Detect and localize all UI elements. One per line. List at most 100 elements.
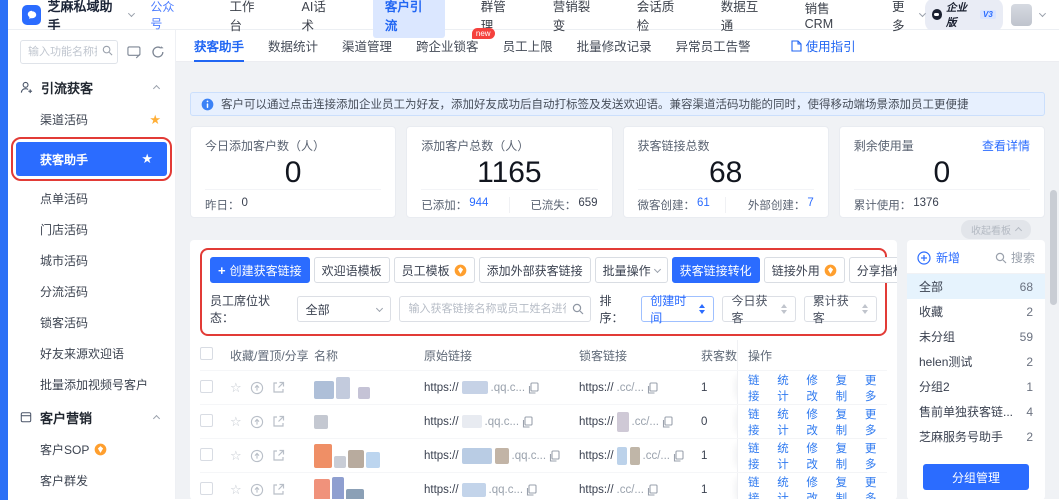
group-search-button[interactable]: 搜索 (995, 249, 1035, 266)
group-item[interactable]: 芝麻服务号助手2 (907, 424, 1045, 449)
favorite-star-icon[interactable]: ☆ (230, 380, 242, 396)
copy-action[interactable]: 复制 (836, 406, 858, 438)
link-conversion-button[interactable]: 获客链接转化 (672, 257, 760, 283)
tab-acquisition-assistant[interactable]: 获客助手 (194, 30, 244, 62)
link-external-use-button[interactable]: 链接外用 (764, 257, 845, 283)
tab-data-statistics[interactable]: 数据统计 (268, 30, 318, 62)
star-icon[interactable]: ★ (141, 151, 153, 167)
tab-abnormal-staff-alert[interactable]: 异常员工告警 (676, 30, 751, 62)
staff-template-button[interactable]: 员工模板 (394, 257, 475, 283)
stats-action[interactable]: 统计 (777, 406, 799, 438)
favorite-star-icon[interactable]: ☆ (230, 414, 242, 430)
tab-staff-limit[interactable]: 员工上限 (503, 30, 553, 62)
nav-item-chat-inspection[interactable]: 会话质检HOT (637, 0, 685, 34)
row-checkbox[interactable] (200, 380, 213, 393)
more-action[interactable]: 更多 (865, 474, 887, 500)
edit-action[interactable]: 修改 (806, 372, 828, 404)
more-action[interactable]: 更多 (865, 440, 887, 472)
nav-item-marketing-fission[interactable]: 营销裂变 (553, 0, 601, 34)
share-icon[interactable] (272, 483, 285, 496)
collapse-board-toggle[interactable]: 收起看板 (961, 220, 1031, 239)
pin-icon[interactable] (250, 449, 264, 463)
avatar[interactable] (1011, 4, 1032, 26)
tab-batch-modify-records[interactable]: 批量修改记录 (577, 30, 652, 62)
sidebar-item-store-qr[interactable]: 门店活码 (8, 214, 175, 245)
usage-guide-link[interactable]: 使用指引 (791, 36, 856, 55)
logo[interactable]: 芝麻私域助手 (22, 0, 134, 34)
add-group-button[interactable]: 新增 (917, 249, 960, 266)
sidebar-section-marketing[interactable]: 客户营销 (8, 400, 175, 434)
group-item[interactable]: 分组21 (907, 374, 1045, 399)
enterprise-badge[interactable]: 企业版 V3 (925, 0, 1003, 32)
group-item-all[interactable]: 全部68 (907, 274, 1045, 299)
sidebar-item-order-qr[interactable]: 点单活码 (8, 183, 175, 214)
welcome-template-button[interactable]: 欢迎语模板 (314, 257, 390, 283)
tab-channel-management[interactable]: 渠道管理 (342, 30, 392, 62)
favorite-star-icon[interactable]: ☆ (230, 482, 242, 498)
add-external-link-button[interactable]: 添加外部获客链接 (479, 257, 591, 283)
more-action[interactable]: 更多 (865, 406, 887, 438)
copy-icon[interactable] (662, 416, 673, 428)
sidebar-item-acquisition-assistant[interactable]: 获客助手★ (16, 142, 167, 176)
sidebar-item-channel-qr[interactable]: 渠道活码★ (8, 104, 175, 135)
select-all-checkbox[interactable] (200, 347, 213, 360)
share-icon[interactable] (272, 415, 285, 428)
more-action[interactable]: 更多 (865, 372, 887, 404)
nav-item-data-interop[interactable]: 数据互通 (721, 0, 769, 34)
share-icon[interactable] (272, 381, 285, 394)
edit-action[interactable]: 修改 (806, 406, 828, 438)
tab-cross-enterprise-lock[interactable]: 跨企业锁客new (416, 30, 479, 62)
link-action[interactable]: 链接 (748, 474, 770, 500)
row-checkbox[interactable] (200, 448, 213, 461)
batch-actions-button[interactable]: 批量操作 (595, 257, 668, 283)
pin-icon[interactable] (250, 415, 264, 429)
chevron-down-icon[interactable] (1039, 10, 1046, 17)
sort-today-acquired[interactable]: 今日获客 (722, 296, 795, 322)
sidebar-item-chase-mass-send[interactable]: 逐客群发 (8, 496, 175, 499)
official-account-link[interactable]: 公众号 (150, 0, 185, 32)
copy-icon[interactable] (549, 450, 560, 462)
pin-icon[interactable] (250, 483, 264, 497)
star-icon[interactable]: ★ (149, 112, 161, 128)
share-metrics-button[interactable]: 分享指标 (849, 257, 897, 283)
copy-icon[interactable] (526, 484, 537, 496)
edit-action[interactable]: 修改 (806, 474, 828, 500)
group-item[interactable]: helen测试2 (907, 349, 1045, 374)
group-item-favorites[interactable]: 收藏2 (907, 299, 1045, 324)
copy-action[interactable]: 复制 (836, 372, 858, 404)
sort-total-acquired[interactable]: 累计获客 (804, 296, 877, 322)
link-action[interactable]: 链接 (748, 372, 770, 404)
stats-action[interactable]: 统计 (777, 474, 799, 500)
share-icon[interactable] (272, 449, 285, 462)
create-link-button[interactable]: +创建获客链接 (210, 257, 310, 283)
group-manage-button[interactable]: 分组管理 (923, 464, 1029, 490)
copy-action[interactable]: 复制 (836, 440, 858, 472)
row-checkbox[interactable] (200, 414, 213, 427)
sidebar-item-friend-source-welcome[interactable]: 好友来源欢迎语 (8, 338, 175, 369)
sidebar-item-split-qr[interactable]: 分流活码 (8, 276, 175, 307)
row-checkbox[interactable] (200, 482, 213, 495)
copy-action[interactable]: 复制 (836, 474, 858, 500)
nav-item-more[interactable]: 更多 (892, 0, 925, 34)
history-icon[interactable] (151, 45, 165, 59)
nav-item-ai-script[interactable]: AI话术AI (302, 0, 337, 34)
nav-item-sales-crm[interactable]: 销售CRM (805, 0, 856, 34)
sidebar-item-lock-qr[interactable]: 锁客活码 (8, 307, 175, 338)
stats-action[interactable]: 统计 (777, 372, 799, 404)
group-item[interactable]: 售前单独获客链...4 (907, 399, 1045, 424)
seat-status-select[interactable]: 全部 (297, 296, 392, 322)
copy-icon[interactable] (673, 450, 684, 462)
feedback-icon[interactable] (127, 46, 142, 59)
stats-action[interactable]: 统计 (777, 440, 799, 472)
scrollbar-thumb[interactable] (1050, 190, 1057, 305)
link-action[interactable]: 链接 (748, 406, 770, 438)
view-details-link[interactable]: 查看详情 (982, 137, 1030, 154)
sidebar-item-customer-mass-send[interactable]: 客户群发 (8, 465, 175, 496)
sidebar-item-city-qr[interactable]: 城市活码 (8, 245, 175, 276)
favorite-star-icon[interactable]: ☆ (230, 448, 242, 464)
link-search-input[interactable] (399, 296, 591, 322)
pin-icon[interactable] (250, 381, 264, 395)
link-action[interactable]: 链接 (748, 440, 770, 472)
copy-icon[interactable] (647, 382, 658, 394)
sidebar-item-customer-sop[interactable]: 客户SOP (8, 434, 175, 465)
